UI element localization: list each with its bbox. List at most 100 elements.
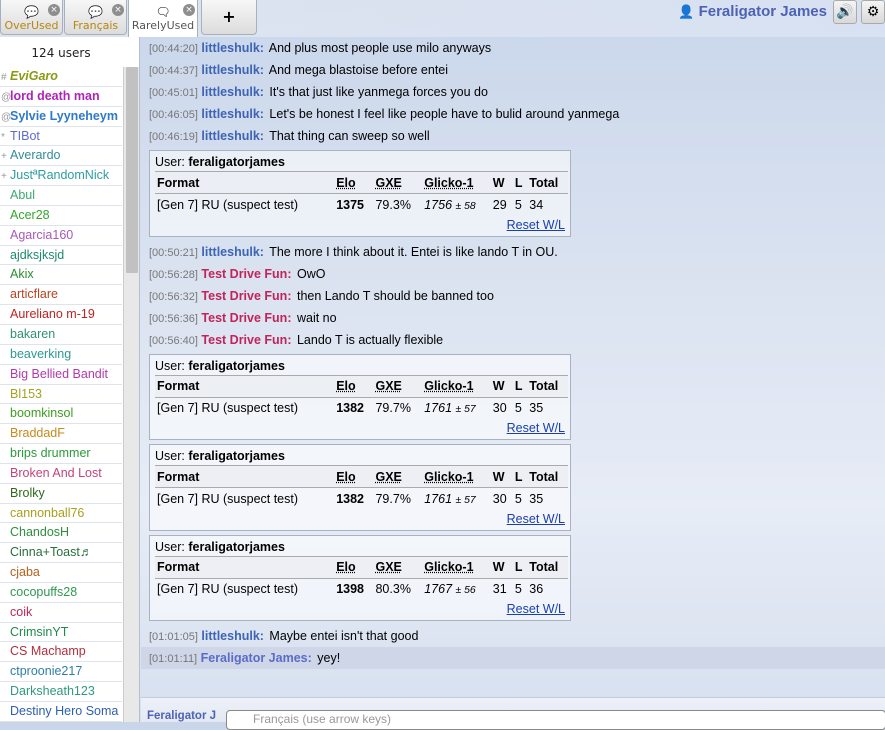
user-list-item[interactable]: coik [0,603,122,623]
chat-input[interactable]: Français (use arrow keys) [226,710,885,730]
reset-wl-link[interactable]: Reset W/L [507,602,565,616]
user-count: 124 users [31,46,91,60]
user-list-item[interactable]: # EviGaro [0,67,122,87]
ranking-header: Elo [334,465,374,488]
user-list-item[interactable]: Abul [0,186,122,206]
chat-username[interactable]: Test Drive Fun: [201,333,291,347]
wins-cell: 31 [492,582,507,597]
user-list-item[interactable]: Big Bellied Bandit [0,365,122,385]
tab-francais[interactable]: 💬 Français × [64,0,127,35]
tab-label: Français [72,19,119,32]
chat-username[interactable]: Feraligator James: [201,651,312,665]
ranking-box: User: feraligatorjames Format Elo GXE Glicko… [149,150,571,237]
user-list-item[interactable]: Acer28 [0,206,122,226]
ranking-table: Format Elo GXE Glicko-1 W L Total [Gen 7] RU (s… [155,374,568,420]
ranking-header: Glicko-1 [422,171,491,194]
user-name: Sylvie Lyyneheym [10,108,118,123]
user-list-item[interactable]: CS Machamp [0,642,122,663]
ranking-user-line: User: feraligatorjames [155,447,567,465]
reset-wl-link[interactable]: Reset W/L [507,512,565,526]
chat-username[interactable]: Test Drive Fun: [201,289,291,303]
user-list-item[interactable]: CrimsinYT [0,623,122,643]
composer-username[interactable]: Feraligator J [147,710,216,722]
user-list-item[interactable]: bakaren [0,325,122,345]
user-name: brips drummer [10,446,91,461]
user-list-item[interactable]: Aureliano m-19 [0,305,122,325]
user-name: ChandosH [10,525,70,540]
message-text: It's that just like yanmega forces you d… [269,85,488,99]
chat-username[interactable]: littleshulk: [201,41,264,55]
chat-message: [01:01:05] littleshulk: Maybe entei isn'… [141,625,885,647]
tab-overused[interactable]: 💬 OverUsed × [0,0,63,35]
user-list-item[interactable]: ctproonie217 [0,662,122,683]
sound-button[interactable]: 🔊 [833,0,857,24]
user-list-item[interactable]: * TIBot [0,127,122,147]
user-list-item[interactable]: Destiny Hero Soma [0,702,122,722]
user-list-item[interactable]: + Averardo [0,146,122,167]
chat-message: [00:44:20] littleshulk: And plus most pe… [141,37,885,59]
user-list-item[interactable]: boomkinsol [0,404,122,425]
chat-username[interactable]: littleshulk: [201,629,264,643]
user-list-item[interactable]: BraddadF [0,424,122,445]
elo-cell: 1382 [336,491,364,506]
user-list-item[interactable]: Akix [0,265,122,286]
scrollbar-thumb[interactable] [126,67,138,273]
user-list-item[interactable]: ChandosH [0,523,122,544]
tab-rarelyused[interactable]: 🗨 RarelyUsed × [128,0,198,37]
user-list-item[interactable]: beaverking [0,345,122,365]
user-list-item[interactable]: brips drummer [0,444,122,464]
settings-button[interactable]: ⚙ [861,0,885,24]
chat-username[interactable]: Test Drive Fun: [201,267,291,281]
user-name: Brolky [10,485,45,500]
user-name: BraddadF [10,426,65,441]
chat-username[interactable]: littleshulk: [201,107,264,121]
user-list-item[interactable]: Darksheath123 [0,682,122,702]
ranking-username: feraligatorjames [188,449,285,463]
message-text: then Lando T should be banned too [296,288,494,303]
user-list-item[interactable]: @Sylvie Lyyneheym [0,107,122,127]
user-list-item[interactable]: Broken And Lost [0,464,122,484]
ranking-header: GXE [373,171,423,194]
user-list-item[interactable]: articflare [0,285,122,306]
new-tab-button[interactable]: + [201,0,257,35]
close-icon[interactable]: × [48,4,60,16]
chat-username[interactable]: littleshulk: [201,85,264,99]
chat-username[interactable]: littleshulk: [201,245,264,259]
user-list-item[interactable]: Bl153 [0,385,122,405]
reset-wl-link[interactable]: Reset W/L [507,218,565,232]
user-list-item[interactable]: Cinna+Toast♬ [0,543,122,564]
user-name: CrimsinYT [10,624,69,639]
glicko-cell: 1761 ± 57 [422,488,491,510]
userlist-scrollbar[interactable] [123,67,139,722]
chat-username[interactable]: littleshulk: [201,63,264,77]
ranking-header: Total [527,171,568,194]
chat-username[interactable]: Test Drive Fun: [201,311,291,325]
user-list-item[interactable]: cjaba [0,563,122,583]
user-list-item[interactable]: @lord death man [0,87,122,107]
ranking-header: L [512,465,528,488]
total-cell: 35 [529,401,544,416]
close-icon[interactable]: × [183,4,195,16]
table-row: [Gen 7] RU (suspect test) 1382 79.7% 1761 ±… [155,488,568,510]
ranking-header: Glicko-1 [422,374,491,398]
timestamp: [01:01:05] [149,631,198,643]
speaker-icon: 🔊 [836,4,854,20]
format-cell: [Gen 7] RU (suspect test) [157,582,299,597]
user-list-item[interactable]: ajdksjksjd [0,246,122,266]
chat-message: [00:56:32] Test Drive Fun: then Lando T … [141,285,885,307]
user-list-item[interactable]: cannonball76 [0,504,122,524]
user-list-item[interactable]: + JustªRandomNick [0,166,122,187]
reset-wl-link[interactable]: Reset W/L [507,421,565,435]
user-list-item[interactable]: cocopuffs28 [0,583,122,603]
chat-message: [00:44:37] littleshulk: And mega blastoi… [141,59,885,81]
glicko-deviation: ± 57 [455,494,476,506]
user-list-item[interactable]: Agarcia160 [0,226,122,246]
user-menu[interactable]: 👤 Feraligator James [678,3,827,23]
glicko-cell: 1767 ± 56 [422,578,491,600]
chat-username[interactable]: littleshulk: [201,129,264,143]
user-list-item[interactable]: Brolky [0,484,122,504]
user-rank-symbol: # [1,72,7,83]
close-icon[interactable]: × [112,4,124,16]
timestamp: [01:01:11] [149,653,198,665]
user-name: TIBot [10,128,40,143]
